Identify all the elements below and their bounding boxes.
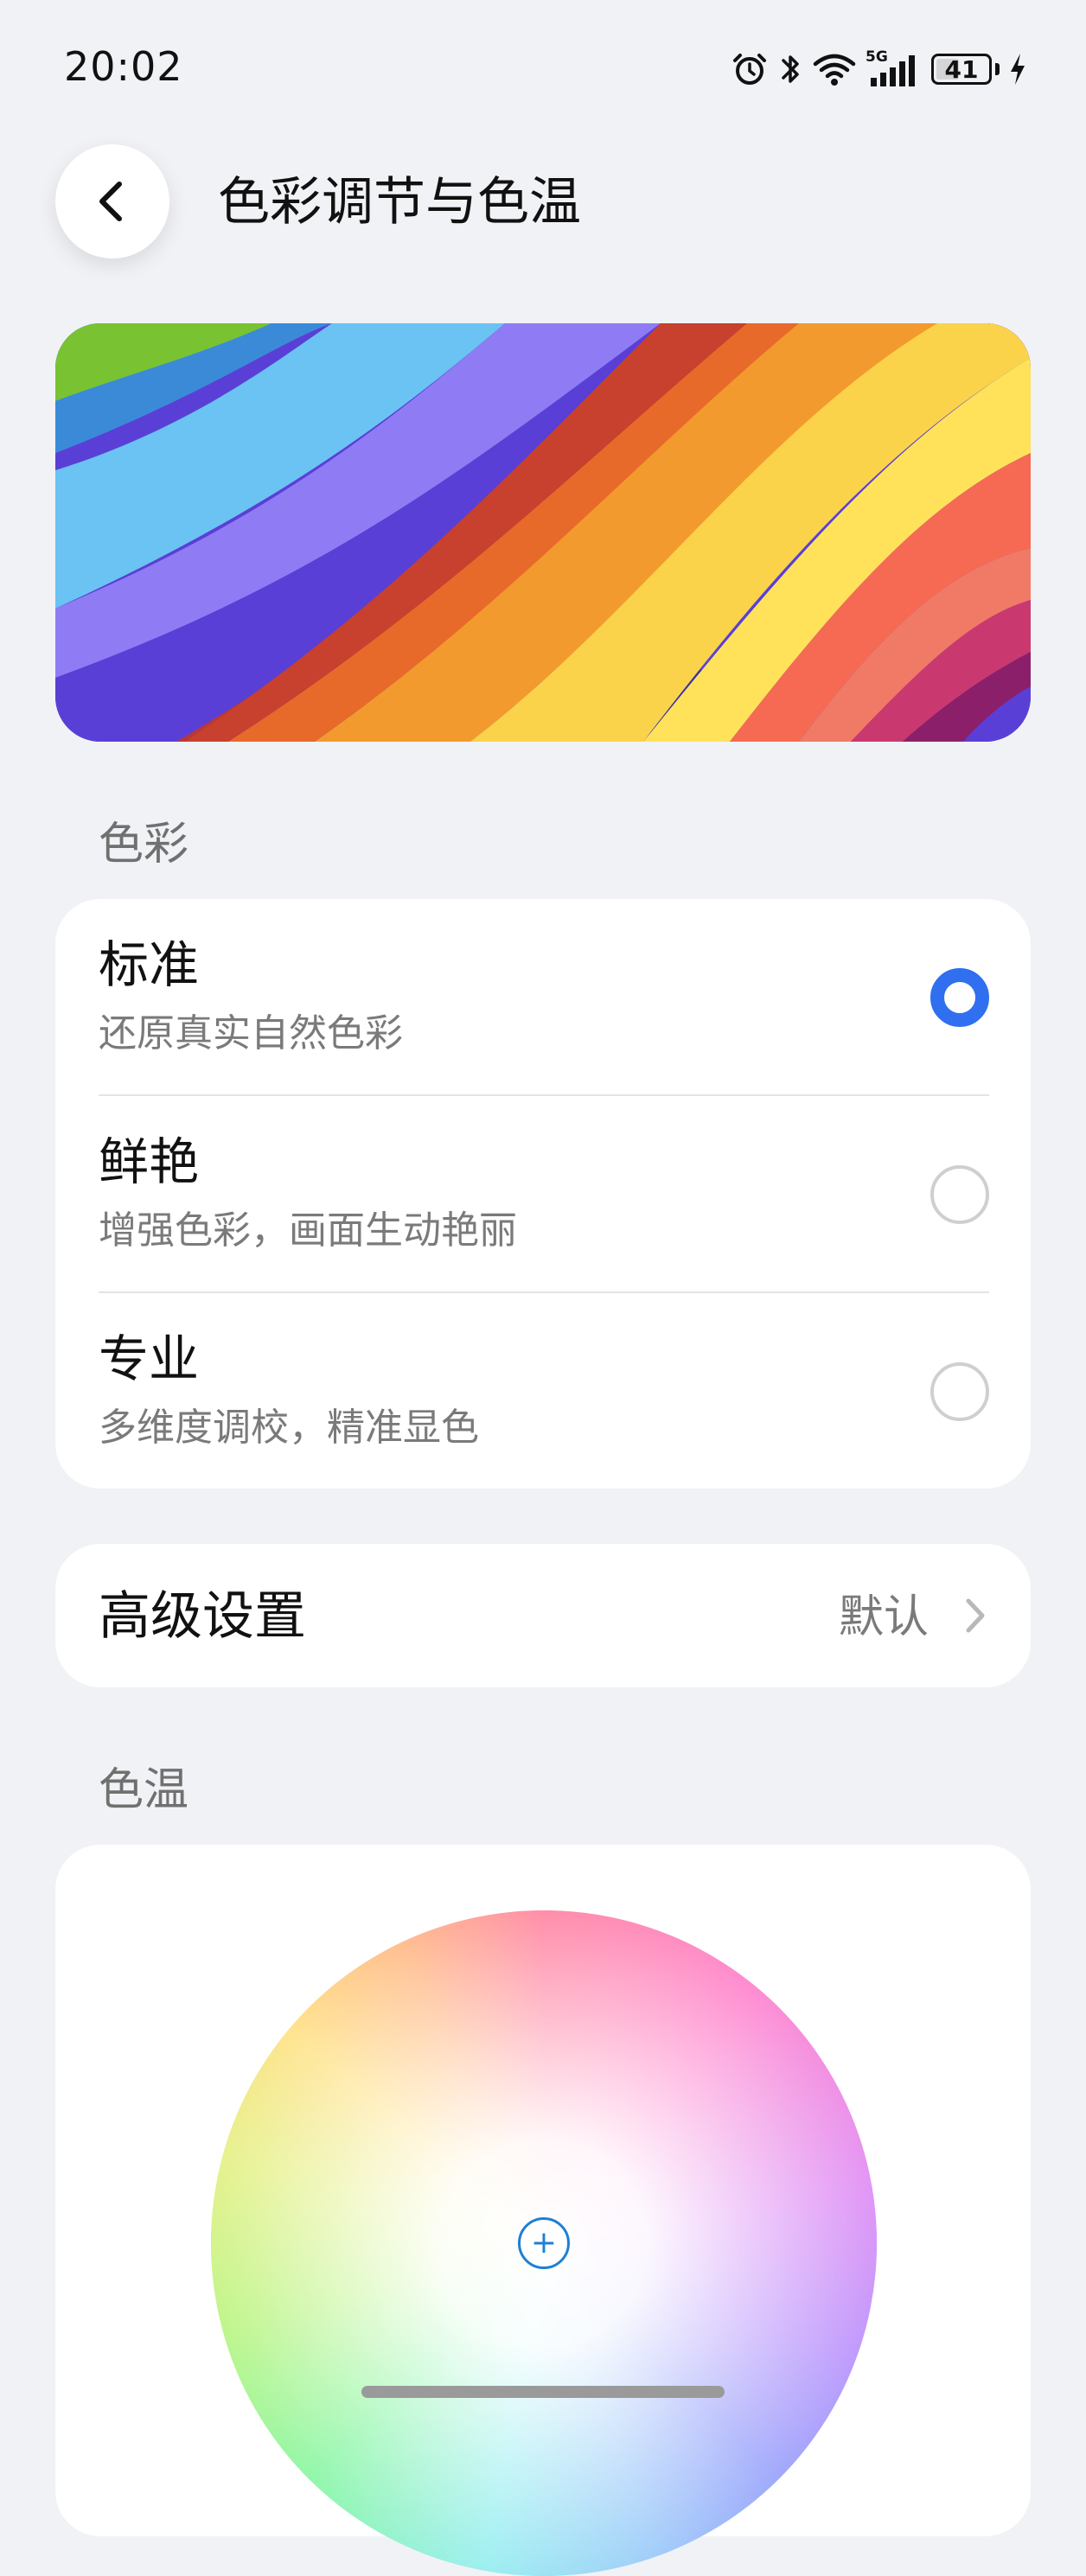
status-time: 20:02 bbox=[64, 43, 183, 90]
color-option-standard[interactable]: 标准 还原真实自然色彩 bbox=[55, 899, 1031, 1094]
advanced-settings-value: 默认 bbox=[838, 1591, 929, 1643]
signal-icon: 5G bbox=[866, 48, 923, 88]
option-description: 还原真实自然色彩 bbox=[99, 1011, 403, 1055]
color-option-professional[interactable]: 专业 多维度调校，精准显色 bbox=[55, 1293, 1031, 1489]
battery-level: 41 bbox=[944, 54, 979, 84]
advanced-settings-label: 高级设置 bbox=[99, 1586, 306, 1647]
option-title: 标准 bbox=[99, 935, 200, 994]
option-description: 多维度调校，精准显色 bbox=[99, 1406, 479, 1450]
color-option-vivid[interactable]: 鲜艳 增强色彩，画面生动艳丽 bbox=[55, 1096, 1031, 1291]
radio-professional[interactable] bbox=[930, 1362, 989, 1421]
battery-icon: 41 bbox=[931, 54, 1000, 85]
chevron-right-icon bbox=[966, 1598, 985, 1633]
wifi-icon bbox=[812, 50, 857, 88]
back-button[interactable] bbox=[55, 144, 169, 258]
option-title: 专业 bbox=[99, 1329, 200, 1388]
option-title: 鲜艳 bbox=[99, 1132, 200, 1191]
status-icons: 5G 41 bbox=[731, 45, 1027, 93]
bluetooth-icon bbox=[777, 50, 803, 88]
charging-icon bbox=[1008, 50, 1027, 88]
alarm-icon bbox=[731, 50, 769, 88]
section-header-color: 色彩 bbox=[99, 819, 189, 870]
status-bar: 20:02 5G 41 bbox=[0, 0, 1086, 130]
option-description: 增强色彩，画面生动艳丽 bbox=[99, 1208, 517, 1253]
home-indicator[interactable] bbox=[361, 2386, 725, 2398]
color-mode-card: 标准 还原真实自然色彩 鲜艳 增强色彩，画面生动艳丽 专业 多维度调校，精准显色 bbox=[55, 899, 1031, 1489]
hero-banner-image bbox=[55, 323, 1031, 742]
wheel-selector-handle[interactable]: + bbox=[518, 2217, 570, 2269]
radio-standard[interactable] bbox=[930, 968, 989, 1027]
color-temperature-card: + bbox=[55, 1845, 1031, 2576]
section-header-temperature: 色温 bbox=[99, 1764, 189, 1816]
radio-vivid[interactable] bbox=[930, 1165, 989, 1224]
color-temperature-wheel[interactable]: + bbox=[211, 1910, 877, 2576]
chevron-left-icon bbox=[99, 182, 122, 221]
advanced-settings-row[interactable]: 高级设置 默认 bbox=[55, 1544, 1031, 1687]
page-title: 色彩调节与色温 bbox=[218, 172, 581, 233]
